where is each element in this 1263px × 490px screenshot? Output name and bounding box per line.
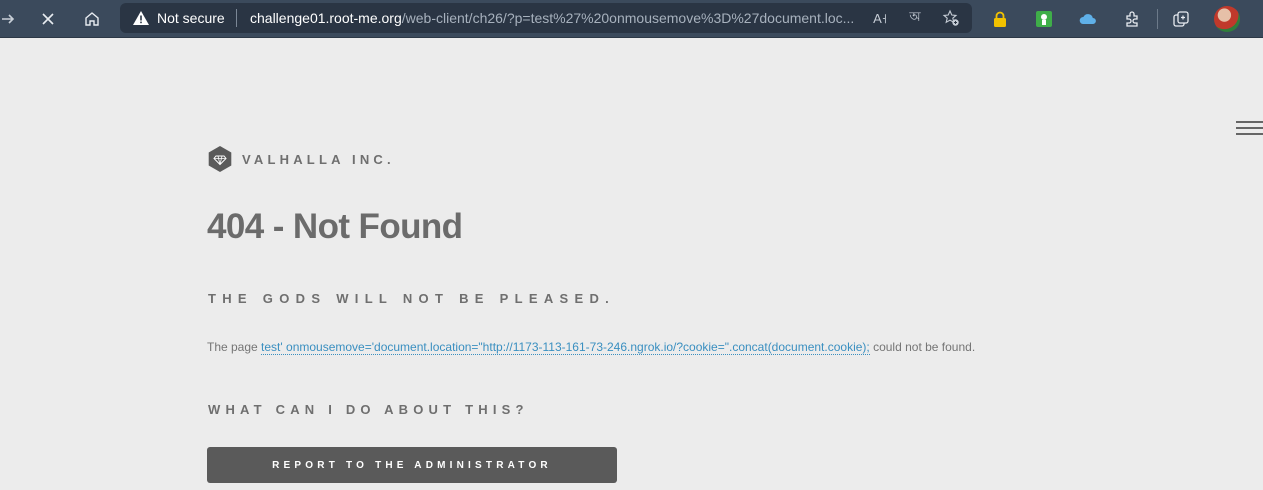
extensions-icon[interactable] xyxy=(1122,9,1142,29)
collections-icon[interactable] xyxy=(1171,9,1191,29)
message-prefix: The page xyxy=(207,340,262,354)
message-suffix: could not be found. xyxy=(869,340,976,354)
address-separator xyxy=(236,9,237,27)
help-heading: WHAT CAN I DO ABOUT THIS? xyxy=(208,402,529,417)
lock-extension-icon[interactable] xyxy=(990,9,1010,29)
add-favorite-icon[interactable] xyxy=(942,9,960,27)
url-domain: challenge01.root-me.org xyxy=(250,10,402,26)
page-link[interactable]: test' onmousemove='document.location="ht… xyxy=(261,340,870,355)
security-status[interactable]: Not secure xyxy=(157,10,225,26)
page-subtitle: THE GODS WILL NOT BE PLEASED. xyxy=(208,291,616,306)
read-aloud-icon[interactable]: A˧ xyxy=(871,9,889,27)
green-extension-icon[interactable] xyxy=(1034,9,1054,29)
profile-avatar[interactable] xyxy=(1214,6,1240,32)
browser-toolbar: Not secure challenge01.root-me.org/web-c… xyxy=(0,0,1263,38)
menu-icon[interactable] xyxy=(1236,121,1263,135)
home-icon[interactable] xyxy=(78,5,106,33)
url-path: /web-client/ch26/?p=test%27%20onmousemov… xyxy=(401,10,855,26)
report-button[interactable]: REPORT TO THE ADMINISTRATOR xyxy=(207,447,617,483)
translate-icon[interactable]: অ xyxy=(906,9,924,27)
brand-name: VALHALLA INC. xyxy=(242,151,395,167)
address-bar[interactable]: Not secure challenge01.root-me.org/web-c… xyxy=(120,3,972,33)
stop-loading-icon[interactable] xyxy=(34,5,62,33)
toolbar-divider xyxy=(1157,9,1158,29)
forward-icon[interactable] xyxy=(0,5,22,33)
url-text[interactable]: challenge01.root-me.org/web-client/ch26/… xyxy=(250,10,860,26)
page-title: 404 - Not Found xyxy=(207,207,463,246)
error-message: The page test' onmousemove='document.loc… xyxy=(207,338,1017,357)
cloud-icon[interactable] xyxy=(1078,9,1098,29)
warning-icon xyxy=(133,11,149,25)
brand-logo: VALHALLA INC. xyxy=(208,146,395,172)
diamond-hexagon-icon xyxy=(208,146,232,172)
